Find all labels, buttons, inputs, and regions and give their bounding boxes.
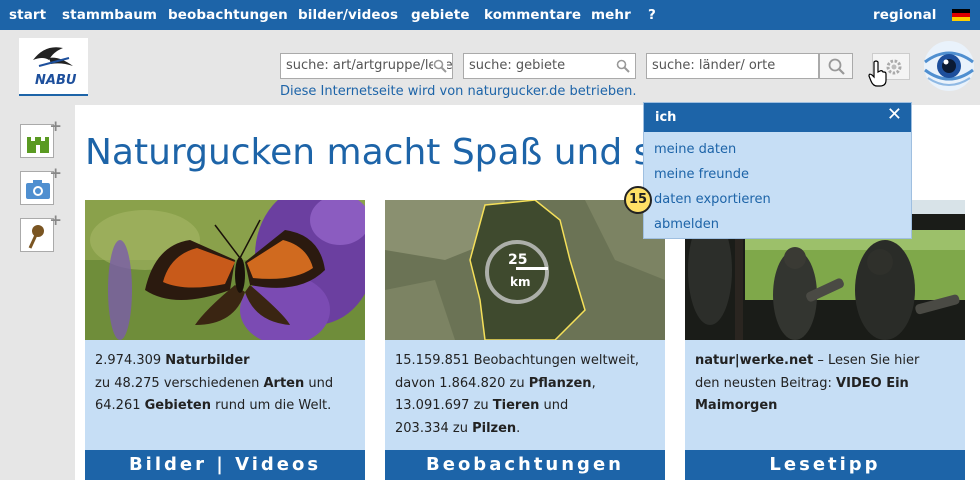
card-line: 15.159.851 Beobachtungen weltweit,: [395, 353, 640, 368]
menu-item-meine-daten[interactable]: meine daten: [654, 142, 736, 157]
card-text: 2.974.309 Naturbilder zu 48.275 verschie…: [85, 340, 365, 450]
menu-item-daten-exportieren[interactable]: daten exportieren: [654, 192, 771, 207]
search-orte-input[interactable]: suche: länder/ orte: [646, 53, 819, 79]
nav-beobachtungen[interactable]: beobachtungen: [168, 7, 288, 23]
nav-bilder-videos[interactable]: bilder/videos: [298, 7, 398, 23]
top-navigation: start stammbaum beobachtungen bilder/vid…: [0, 0, 980, 30]
search-submit-button[interactable]: [819, 53, 853, 79]
nav-mehr[interactable]: mehr: [591, 7, 631, 23]
logo-text: NABU: [35, 73, 77, 88]
german-flag-icon[interactable]: [952, 9, 970, 21]
card-lesetipp[interactable]: natur|werke.net – Lesen Sie hier den neu…: [685, 200, 965, 480]
eye-icon: [924, 41, 974, 91]
search-gebiete-placeholder: suche: gebiete: [469, 58, 566, 73]
butterfly-photo: [85, 200, 365, 340]
card-line: Maimorgen: [695, 398, 778, 413]
menu-item-meine-freunde[interactable]: meine freunde: [654, 167, 749, 182]
nav-stammbaum[interactable]: stammbaum: [62, 7, 157, 23]
user-menu-header: ich: [644, 103, 911, 132]
card-line: natur|werke.net – Lesen Sie hier: [695, 353, 920, 368]
germany-map: 25 km: [385, 200, 665, 340]
nav-regional[interactable]: regional: [873, 7, 937, 23]
search-art-input[interactable]: suche: art/artgruppe/leben: [280, 53, 453, 79]
plus-icon: +: [49, 211, 62, 229]
add-photo-button[interactable]: +: [20, 164, 62, 205]
step-badge: 15: [624, 186, 652, 214]
search-orte-placeholder: suche: länder/ orte: [652, 58, 776, 73]
card-line: 13.091.697 zu Tieren und: [395, 398, 569, 413]
nabu-logo[interactable]: NABU: [19, 38, 88, 96]
card-line: zu 48.275 verschiedenen Arten und: [95, 375, 334, 391]
naturgucker-eye-logo[interactable]: [922, 40, 976, 92]
map-scale-unit: km: [510, 275, 530, 289]
map-scale-value: 25: [508, 252, 527, 268]
nav-help[interactable]: ?: [648, 7, 656, 23]
close-icon[interactable]: ✕: [887, 104, 902, 125]
card-footer-button[interactable]: Lesetipp: [685, 450, 965, 480]
card-line: 64.261 Gebieten rund um die Welt.: [95, 398, 332, 413]
card-line: 2.974.309 Naturbilder: [95, 353, 250, 368]
user-menu-title: ich: [655, 110, 677, 125]
menu-item-abmelden[interactable]: abmelden: [654, 217, 719, 232]
user-menu-dropdown: ich ✕ meine daten meine freunde daten ex…: [643, 102, 912, 239]
nav-start[interactable]: start: [9, 7, 46, 23]
nav-gebiete[interactable]: gebiete: [411, 7, 470, 23]
plus-icon: +: [49, 117, 62, 135]
plus-icon: +: [49, 164, 62, 182]
card-text: 15.159.851 Beobachtungen weltweit, davon…: [385, 340, 665, 450]
card-footer-button[interactable]: Beobachtungen: [385, 450, 665, 480]
card-line: 203.334 zu Pilzen.: [395, 420, 521, 436]
card-text: natur|werke.net – Lesen Sie hier den neu…: [685, 340, 965, 450]
hand-cursor-icon: [868, 60, 887, 87]
card-beobachtungen[interactable]: 25 km 15.159.851 Beobachtungen weltweit,…: [385, 200, 665, 480]
card-footer-button[interactable]: Bilder | Videos: [85, 450, 365, 480]
search-gebiete-input[interactable]: suche: gebiete: [463, 53, 636, 79]
card-bilder-videos[interactable]: 2.974.309 Naturbilder zu 48.275 verschie…: [85, 200, 365, 480]
bird-icon: [33, 47, 73, 67]
nav-kommentare[interactable]: kommentare: [484, 7, 581, 23]
card-line: davon 1.864.820 zu Pflanzen,: [395, 375, 596, 391]
add-observation-button[interactable]: +: [20, 211, 62, 252]
page-headline: Naturgucken macht Spaß und s: [85, 132, 645, 173]
search-icon: [616, 59, 630, 73]
search-icon: [433, 59, 447, 73]
add-area-button[interactable]: +: [20, 117, 62, 158]
search-icon: [828, 58, 845, 75]
search-art-placeholder: suche: art/artgruppe/leben: [286, 58, 453, 73]
card-line: den neusten Beitrag: VIDEO Ein: [695, 375, 909, 391]
operator-note[interactable]: Diese Internetseite wird von naturgucker…: [280, 84, 636, 99]
